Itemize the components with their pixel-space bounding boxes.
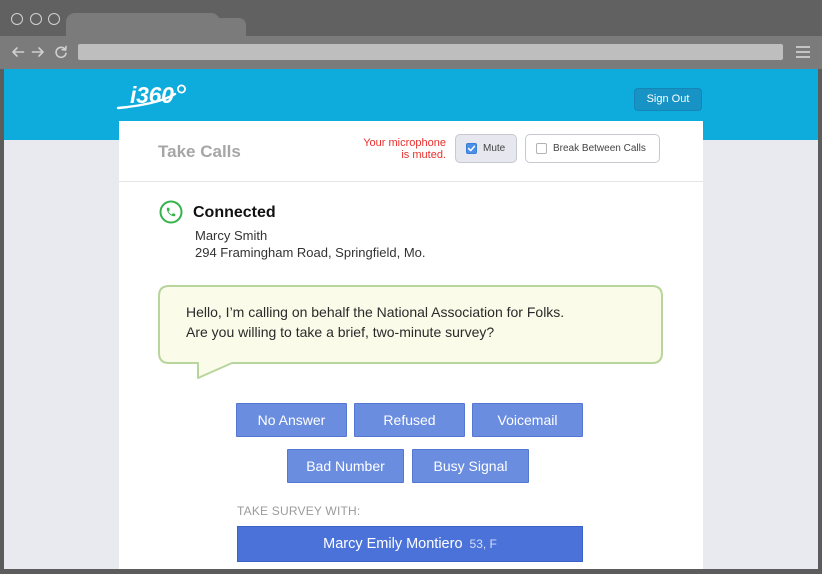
browser-tab[interactable] bbox=[66, 13, 220, 37]
break-between-calls-toggle[interactable]: Break Between Calls bbox=[525, 134, 660, 163]
mute-toggle[interactable]: Mute bbox=[455, 134, 517, 163]
reload-icon[interactable] bbox=[54, 45, 68, 59]
call-script-line: Are you willing to take a brief, two-min… bbox=[186, 324, 495, 340]
phone-icon bbox=[159, 200, 183, 224]
window-maximize-icon[interactable] bbox=[48, 13, 60, 25]
break-between-calls-label: Break Between Calls bbox=[553, 143, 646, 154]
voicemail-button[interactable]: Voicemail bbox=[472, 403, 583, 437]
browser-window: i360 Sign Out Take Calls Your microphone… bbox=[0, 0, 822, 574]
sign-out-button[interactable]: Sign Out bbox=[634, 88, 702, 111]
i360-logo: i360 bbox=[130, 82, 174, 108]
no-answer-button[interactable]: No Answer bbox=[236, 403, 347, 437]
call-script: Hello, I’m calling on behalf the Nationa… bbox=[186, 302, 564, 342]
bad-number-button[interactable]: Bad Number bbox=[287, 449, 404, 483]
call-status: Connected bbox=[193, 204, 276, 221]
page-title: Take Calls bbox=[158, 142, 241, 161]
break-between-calls-checkbox[interactable] bbox=[536, 143, 547, 154]
window-close-icon[interactable] bbox=[11, 13, 23, 25]
mic-muted-warning-line: is muted. bbox=[401, 149, 446, 161]
contact-address: 294 Framingham Road, Springfield, Mo. bbox=[195, 245, 426, 260]
take-survey-respondent-button[interactable]: Marcy Emily Montiero 53, F bbox=[237, 526, 583, 562]
mic-muted-warning-line: Your microphone bbox=[363, 137, 446, 149]
contact-name: Marcy Smith bbox=[195, 228, 268, 243]
respondent-name: Marcy Emily Montiero bbox=[323, 536, 463, 552]
refused-button[interactable]: Refused bbox=[354, 403, 465, 437]
forward-arrow-icon[interactable] bbox=[31, 45, 45, 59]
checkmark-icon bbox=[467, 145, 476, 152]
busy-signal-button[interactable]: Busy Signal bbox=[412, 449, 529, 483]
take-survey-heading: TAKE SURVEY WITH: bbox=[237, 504, 361, 518]
mute-checkbox[interactable] bbox=[466, 143, 477, 154]
browser-toolbar bbox=[0, 36, 822, 69]
mic-muted-warning: Your microphone is muted. bbox=[363, 137, 446, 161]
back-arrow-icon[interactable] bbox=[11, 45, 25, 59]
hamburger-menu-icon[interactable] bbox=[795, 45, 811, 59]
respondent-details: 53, F bbox=[469, 537, 497, 551]
mute-label: Mute bbox=[483, 143, 506, 154]
contact-info: Marcy Smith 294 Framingham Road, Springf… bbox=[195, 227, 426, 261]
window-minimize-icon[interactable] bbox=[30, 13, 42, 25]
header-divider bbox=[119, 181, 703, 182]
address-bar[interactable] bbox=[78, 44, 783, 60]
browser-title-bar bbox=[0, 0, 822, 37]
call-script-line: Hello, I’m calling on behalf the Nationa… bbox=[186, 304, 565, 320]
take-calls-panel: Take Calls Your microphone is muted. Mut… bbox=[119, 121, 703, 569]
